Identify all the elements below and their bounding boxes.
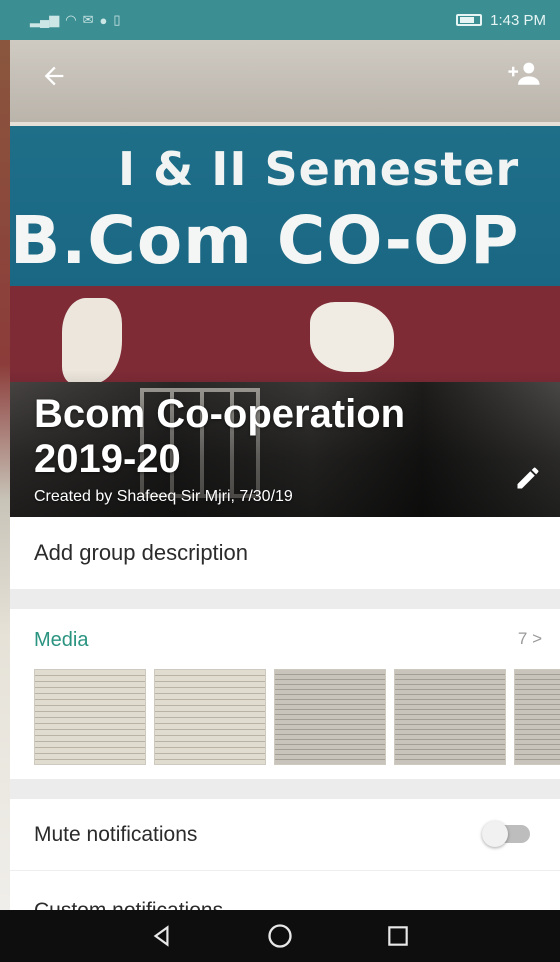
- media-thumbnails: [34, 669, 560, 765]
- mail-icon: ✉: [82, 12, 94, 27]
- banner-text-line2: B.Com CO-OP: [10, 202, 520, 279]
- status-bar: ▂▄▆ ◠ ✉ ● ▯ 1:43 PM: [0, 0, 560, 40]
- home-circle-icon: [268, 924, 292, 948]
- custom-notifications-row[interactable]: Custom notifications: [10, 871, 560, 910]
- add-participant-button[interactable]: [502, 54, 546, 94]
- recents-square-icon: [388, 926, 408, 946]
- toggle-knob: [482, 821, 508, 847]
- add-group-description[interactable]: Add group description: [10, 517, 560, 589]
- battery-icon: [456, 14, 483, 26]
- media-thumbnail[interactable]: [394, 669, 506, 765]
- mute-notifications-row[interactable]: Mute notifications: [10, 799, 560, 871]
- custom-notifications-label: Custom notifications: [34, 899, 223, 910]
- section-divider: [10, 779, 560, 799]
- signal-icon: ▂▄▆: [30, 12, 60, 27]
- media-count-value: 7: [517, 629, 528, 648]
- status-icons: ▂▄▆ ◠ ✉ ● ▯: [30, 12, 120, 28]
- created-by-text: Created by Shafeeq Sir Mjri, 7/30/19: [34, 488, 293, 505]
- back-triangle-icon: [153, 925, 169, 947]
- photo-banner: I & II Semester B.Com CO-OP: [10, 122, 560, 286]
- system-nav-bar: [0, 910, 560, 962]
- group-header[interactable]: I & II Semester B.Com CO-OP Bcom Co-oper…: [10, 40, 560, 517]
- status-time: 1:43 PM: [490, 11, 546, 29]
- chat-icon: ●: [99, 12, 108, 28]
- status-right: 1:43 PM: [456, 12, 546, 29]
- media-thumbnail[interactable]: [154, 669, 266, 765]
- group-name: Bcom Co-operation 2019-20: [34, 392, 406, 481]
- mute-notifications-label: Mute notifications: [34, 822, 198, 846]
- back-button[interactable]: [34, 56, 74, 96]
- section-divider: [10, 589, 560, 609]
- media-thumbnail[interactable]: [274, 669, 386, 765]
- media-title: Media: [34, 629, 89, 651]
- nav-recents-button[interactable]: [381, 919, 415, 953]
- media-section[interactable]: Media 7 >: [10, 609, 560, 779]
- photo-paint-patch: [310, 302, 394, 372]
- arrow-left-icon: [44, 66, 64, 86]
- media-thumbnail[interactable]: [34, 669, 146, 765]
- edit-group-name-button[interactable]: [508, 458, 548, 498]
- pencil-icon: [517, 467, 539, 489]
- media-count[interactable]: 7 >: [518, 629, 542, 649]
- photo-ceiling: [10, 40, 560, 126]
- sim-icon: ▯: [113, 12, 121, 27]
- chevron-right-icon: >: [532, 629, 542, 648]
- media-thumbnail[interactable]: [514, 669, 560, 765]
- add-person-icon: [508, 62, 540, 85]
- group-info-screen: ▂▄▆ ◠ ✉ ● ▯ 1:43 PM I & II Semester B.Co…: [0, 0, 560, 962]
- nav-home-button[interactable]: [263, 919, 297, 953]
- wifi-icon: ◠: [65, 12, 77, 27]
- nav-back-button[interactable]: [145, 919, 179, 953]
- background-strip: [0, 0, 10, 910]
- mute-notifications-toggle[interactable]: [482, 821, 530, 847]
- banner-text-line1: I & II Semester: [118, 142, 520, 196]
